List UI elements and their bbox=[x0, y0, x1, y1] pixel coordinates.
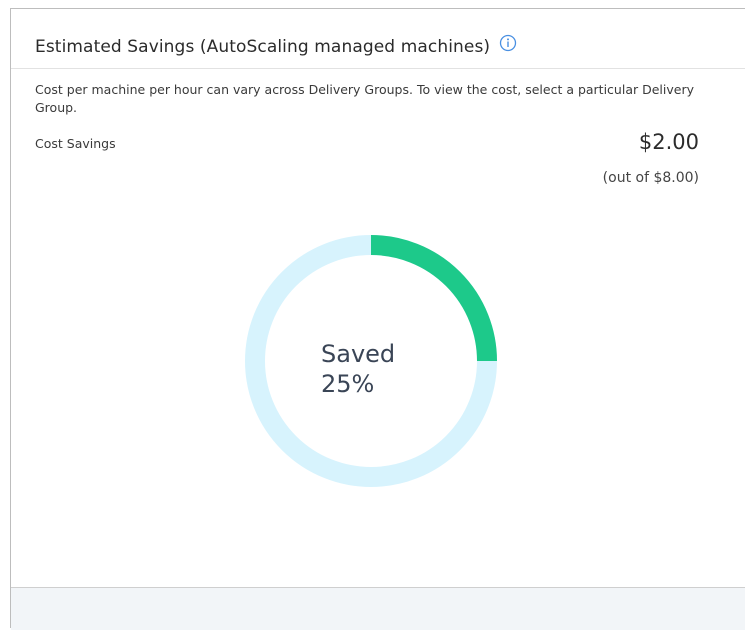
header-divider bbox=[11, 68, 745, 69]
cost-description: Cost per machine per hour can vary acros… bbox=[35, 82, 694, 115]
cost-savings-amount: $2.00 bbox=[638, 130, 699, 154]
saved-percent: 25% bbox=[321, 370, 375, 398]
estimated-savings-card: Estimated Savings (AutoScaling managed m… bbox=[10, 8, 745, 630]
cost-total: (out of $8.00) bbox=[602, 170, 699, 186]
card-header: Estimated Savings (AutoScaling managed m… bbox=[35, 34, 517, 57]
donut-center-label: Saved 25% bbox=[321, 339, 395, 399]
card-footer bbox=[11, 587, 745, 630]
info-circle-icon[interactable] bbox=[499, 34, 517, 52]
saved-text: Saved bbox=[321, 340, 396, 368]
card-title: Estimated Savings (AutoScaling managed m… bbox=[35, 37, 491, 57]
cost-savings-label: Cost Savings bbox=[35, 136, 116, 151]
